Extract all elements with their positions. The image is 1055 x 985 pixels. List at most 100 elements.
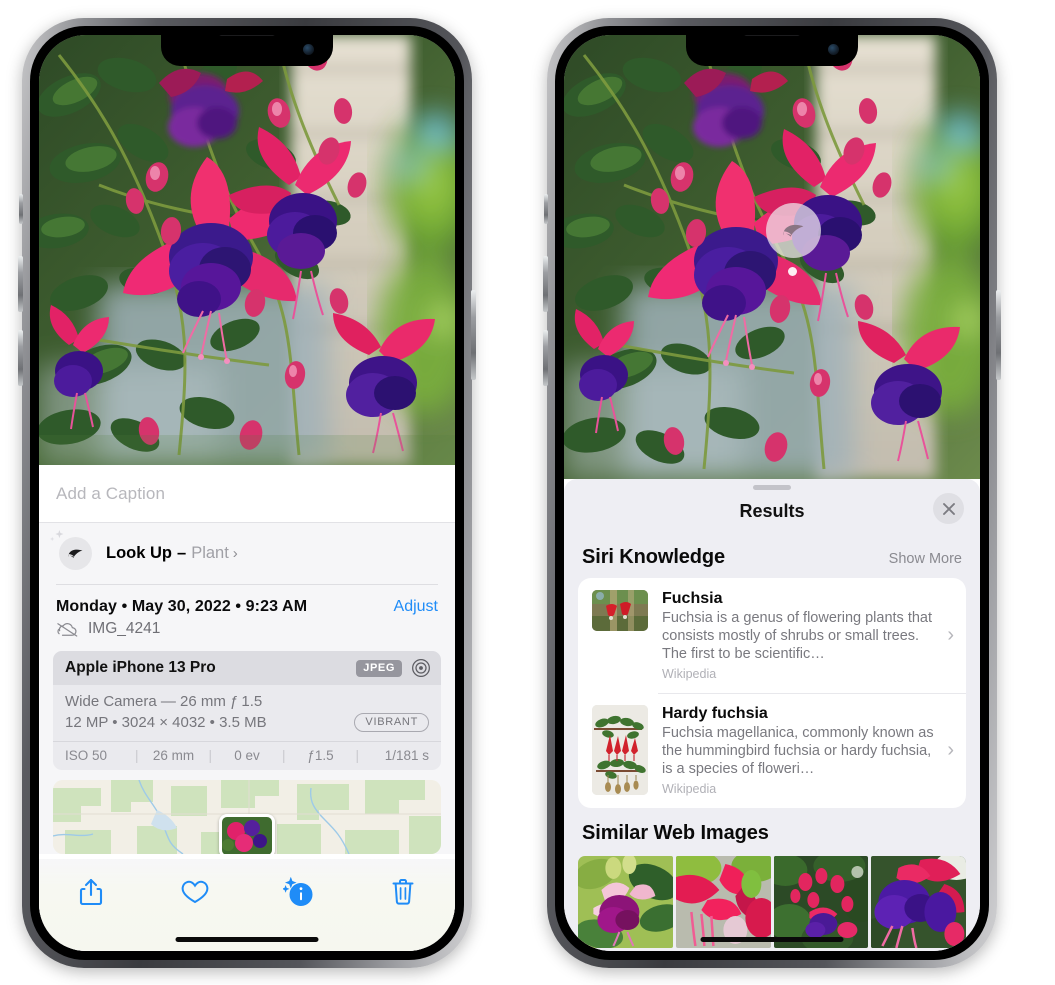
date-row: Monday • May 30, 2022 • 9:23 AM Adjust [39, 585, 455, 616]
notch-right [686, 35, 858, 66]
volume-up-button[interactable] [543, 256, 548, 312]
siri-knowledge-title: Siri Knowledge [582, 546, 726, 568]
camera-card-header: Apple iPhone 13 Pro JPEG [53, 651, 441, 685]
adjust-button[interactable]: Adjust [394, 598, 438, 616]
knowledge-title: Fuchsia [662, 590, 723, 607]
power-button[interactable] [471, 290, 476, 380]
notch-left [161, 35, 333, 66]
similar-web-images-header: Similar Web Images [564, 808, 980, 854]
home-indicator[interactable] [175, 937, 319, 942]
volume-down-button[interactable] [18, 330, 23, 386]
visual-lookup-badge[interactable] [766, 203, 821, 258]
volume-up-button[interactable] [18, 256, 23, 312]
knowledge-source: Wikipedia [662, 782, 717, 796]
similar-web-images-title: Similar Web Images [582, 822, 769, 844]
photo-viewer-right[interactable] [564, 35, 980, 479]
web-image-thumb[interactable] [578, 856, 673, 948]
lens-info: Wide Camera — 26 mm ƒ 1.5 [65, 693, 263, 710]
web-image-thumb[interactable] [675, 856, 771, 948]
camera-card-body: Wide Camera — 26 mm ƒ 1.5 12 MP • 3024 ×… [53, 685, 441, 741]
chevron-right-icon: › [947, 624, 954, 646]
look-up-subject: Plant [191, 544, 229, 562]
screenshot-stage: Add a Caption Look Up – Plant › Monday •… [0, 0, 1055, 985]
chevron-right-icon: › [947, 739, 954, 761]
web-image-thumb[interactable] [871, 856, 966, 948]
leaf-icon [783, 224, 804, 237]
knowledge-row-fuchsia[interactable]: Fuchsia Fuchsia is a genus of flowering … [578, 578, 966, 693]
info-sparkle-icon [283, 877, 313, 906]
power-button[interactable] [996, 290, 1001, 380]
earpiece-speaker [744, 35, 800, 36]
web-image-thumb[interactable] [773, 856, 869, 948]
aperture-icon [412, 659, 430, 677]
leaf-icon [68, 549, 83, 558]
share-button[interactable] [68, 873, 114, 911]
look-up-label: Look Up [106, 544, 172, 562]
knowledge-description: Fuchsia magellanica, commonly known as t… [662, 725, 934, 777]
filename-row: IMG_4241 [39, 616, 455, 651]
earpiece-speaker [219, 35, 275, 36]
exif-iso: ISO 50 [65, 748, 108, 763]
look-up-row[interactable]: Look Up – Plant › [39, 523, 455, 584]
photographic-style-badge: VIBRANT [354, 713, 429, 732]
caption-input-row[interactable]: Add a Caption [39, 465, 455, 523]
front-camera [828, 44, 839, 55]
knowledge-body: Hardy fuchsia Fuchsia magellanica, commo… [662, 705, 947, 796]
iphone-left-device: Add a Caption Look Up – Plant › Monday •… [18, 18, 476, 968]
favorite-button[interactable] [172, 873, 218, 911]
iphone-right-bezel: Results Siri Knowledge Show More Fuchsia… [555, 26, 989, 960]
look-up-dash: – [177, 544, 187, 562]
visual-lookup-dot [788, 267, 797, 276]
leaf-icon-badge [49, 529, 92, 570]
exif-focal: 26 mm [152, 748, 195, 763]
camera-info-card[interactable]: Apple iPhone 13 Pro JPEG Wide Camera — 2… [53, 651, 441, 770]
file-specs: 12 MP • 3024 × 4032 • 3.5 MB [65, 714, 267, 731]
info-button[interactable] [276, 873, 322, 911]
silent-switch[interactable] [544, 194, 548, 224]
camera-model: Apple iPhone 13 Pro [65, 659, 216, 676]
knowledge-thumbnail [592, 590, 648, 631]
caption-placeholder: Add a Caption [56, 483, 166, 503]
silent-switch[interactable] [19, 194, 23, 224]
home-indicator[interactable] [700, 937, 844, 942]
trash-icon [392, 879, 414, 905]
volume-down-button[interactable] [543, 330, 548, 386]
share-icon [79, 878, 103, 906]
exif-shutter: 1/181 s [384, 748, 429, 763]
map-photo-pin[interactable] [219, 814, 275, 854]
results-header: Results [564, 490, 980, 532]
chevron-right-icon: › [232, 545, 238, 562]
show-more-button[interactable]: Show More [889, 551, 962, 567]
exif-row: ISO 50 | 26 mm | 0 ev | ƒ1.5 | 1/181 s [53, 741, 441, 770]
location-map-wrap [39, 770, 455, 854]
sparkles-icon [49, 529, 64, 542]
iphone-left-screen: Add a Caption Look Up – Plant › Monday •… [39, 35, 455, 951]
knowledge-row-hardy-fuchsia[interactable]: Hardy fuchsia Fuchsia magellanica, commo… [578, 693, 966, 808]
close-button[interactable] [933, 493, 964, 524]
front-camera [303, 44, 314, 55]
siri-knowledge-header: Siri Knowledge Show More [564, 532, 980, 578]
exif-aperture: ƒ1.5 [307, 748, 334, 763]
results-sheet: Results Siri Knowledge Show More Fuchsia… [564, 479, 980, 951]
iphone-right-device: Results Siri Knowledge Show More Fuchsia… [543, 18, 1001, 968]
photo-date: Monday • May 30, 2022 • 9:23 AM [56, 598, 308, 615]
knowledge-body: Fuchsia Fuchsia is a genus of flowering … [662, 590, 947, 681]
knowledge-thumbnail [592, 705, 648, 795]
exif-ev: 0 ev [234, 748, 260, 763]
knowledge-title: Hardy fuchsia [662, 705, 768, 722]
results-title: Results [739, 500, 805, 521]
knowledge-source: Wikipedia [662, 667, 717, 681]
iphone-left-bezel: Add a Caption Look Up – Plant › Monday •… [30, 26, 464, 960]
photo-viewer-left[interactable] [39, 35, 455, 465]
lookup-block: Look Up – Plant › Monday • May 30, 2022 • 9… [39, 523, 455, 854]
similar-web-images-strip[interactable] [564, 856, 980, 948]
cloud-slash-icon [57, 622, 78, 637]
camera-info-card-wrap: Apple iPhone 13 Pro JPEG Wide Camera — 2… [39, 651, 455, 770]
photo-info-sheet: Add a Caption Look Up – Plant › Monday •… [39, 465, 455, 951]
location-map[interactable] [53, 780, 441, 854]
heart-icon [181, 880, 209, 904]
knowledge-description: Fuchsia is a genus of flowering plants t… [662, 610, 933, 662]
look-up-text: Look Up – Plant › [106, 544, 238, 563]
close-icon [942, 502, 955, 515]
delete-button[interactable] [380, 873, 426, 911]
